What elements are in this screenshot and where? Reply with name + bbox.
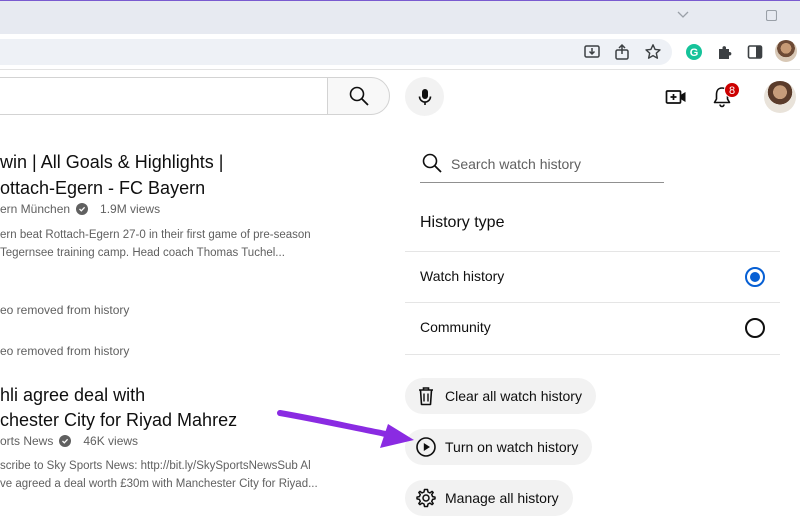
radio-unselected-icon[interactable] — [745, 318, 765, 338]
search-icon — [421, 152, 443, 174]
notification-count-badge: 8 — [724, 82, 740, 98]
removed-from-history-notice: eo removed from history — [0, 303, 130, 317]
video-meta: orts News 46K views — [0, 434, 138, 448]
verified-icon — [76, 203, 89, 215]
video-title[interactable]: hli agree deal with — [0, 383, 145, 407]
voice-search-button[interactable] — [405, 77, 444, 116]
chevron-down-icon[interactable] — [660, 0, 706, 30]
turn-on-watch-history-button[interactable]: Turn on watch history — [405, 429, 593, 465]
history-option-community[interactable]: Community — [405, 303, 780, 353]
grammarly-icon[interactable]: G — [682, 40, 706, 64]
history-option-watch-history[interactable]: Watch history — [405, 252, 780, 302]
radio-selected-icon[interactable] — [745, 267, 765, 287]
view-count: 46K views — [83, 434, 139, 448]
video-meta: ern München 1.9M views — [0, 202, 160, 216]
verified-icon — [59, 435, 72, 447]
removed-from-history-notice: eo removed from history — [0, 344, 130, 358]
play-circle-icon — [416, 437, 436, 457]
video-title[interactable]: win | All Goals & Highlights | — [0, 150, 223, 174]
video-title[interactable]: ottach-Egern - FC Bayern — [0, 176, 205, 200]
maximize-button[interactable] — [748, 0, 794, 30]
search-watch-history-input[interactable] — [451, 150, 661, 178]
youtube-search-input[interactable] — [0, 77, 328, 115]
search-icon — [349, 86, 369, 106]
create-video-icon[interactable] — [662, 83, 690, 111]
share-icon[interactable] — [610, 40, 634, 64]
channel-name[interactable]: ern München — [0, 202, 70, 216]
option-label: Watch history — [420, 268, 505, 284]
channel-name[interactable]: orts News — [0, 434, 53, 448]
video-description: scribe to Sky Sports News: http://bit.ly… — [0, 460, 311, 472]
clear-all-watch-history-button[interactable]: Clear all watch history — [405, 378, 596, 414]
video-description: Tegernsee training camp. Head coach Thom… — [0, 247, 285, 259]
button-label: Turn on watch history — [445, 439, 579, 455]
side-panel-icon[interactable] — [743, 40, 767, 64]
install-app-icon[interactable] — [580, 40, 604, 64]
video-title[interactable]: chester City for Riyad Mahrez — [0, 408, 237, 432]
video-description: ern beat Rottach-Egern 27-0 in their fir… — [0, 229, 311, 241]
browser-profile-avatar[interactable] — [775, 40, 797, 62]
option-label: Community — [420, 319, 491, 335]
search-underline — [420, 182, 664, 183]
history-type-heading: History type — [420, 214, 505, 231]
address-bar[interactable] — [0, 39, 672, 65]
microphone-icon — [418, 88, 431, 105]
extensions-puzzle-icon[interactable] — [713, 40, 737, 64]
svg-text:G: G — [690, 47, 699, 59]
manage-all-history-button[interactable]: Manage all history — [405, 480, 573, 516]
gear-icon — [416, 488, 436, 508]
trash-icon — [419, 387, 433, 406]
bookmark-star-icon[interactable] — [641, 40, 665, 64]
account-avatar[interactable] — [764, 81, 796, 113]
divider — [405, 354, 780, 355]
button-label: Clear all watch history — [445, 388, 582, 404]
video-description: ve agreed a deal worth £30m with Manches… — [0, 478, 318, 490]
button-label: Manage all history — [445, 490, 559, 506]
view-count: 1.9M views — [100, 202, 161, 216]
search-button[interactable] — [327, 77, 390, 115]
